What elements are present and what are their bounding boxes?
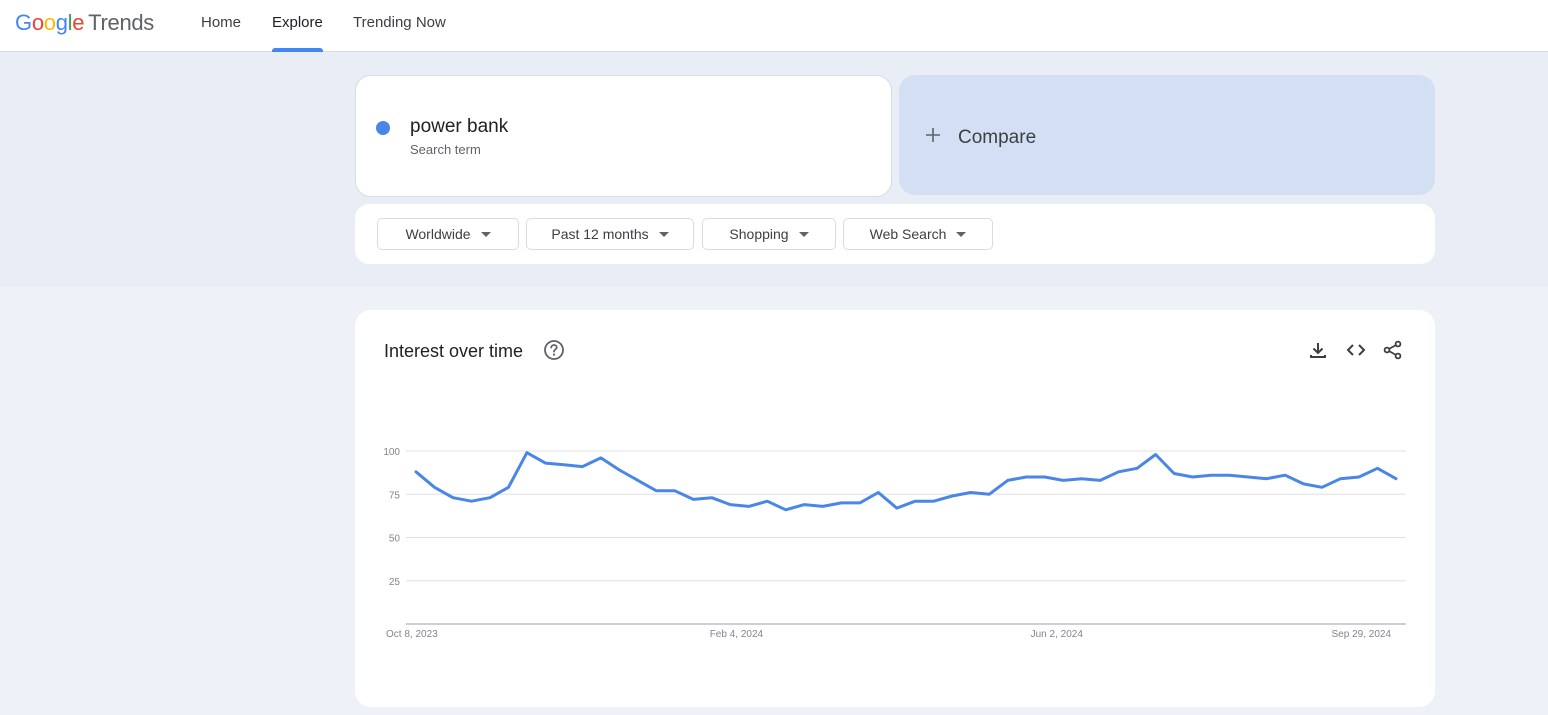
data-point [413, 469, 419, 475]
data-point [506, 484, 512, 490]
x-tick-label: Oct 8, 2023 [386, 629, 438, 640]
data-point [986, 491, 992, 497]
y-tick-label: 100 [383, 447, 400, 458]
data-point [1134, 465, 1140, 471]
data-point [1116, 469, 1122, 475]
data-point [820, 503, 826, 509]
filter-location-dropdown[interactable]: Worldwide [377, 218, 519, 250]
data-point [727, 502, 733, 508]
data-point [1005, 477, 1011, 483]
data-point [542, 460, 548, 466]
data-point [857, 500, 863, 506]
data-point [432, 484, 438, 490]
data-point [912, 498, 918, 504]
data-point [1060, 477, 1066, 483]
data-point [1375, 465, 1381, 471]
top-app-bar: Google Trends Home Explore Trending Now [0, 0, 1548, 52]
data-point [579, 464, 585, 470]
interest-over-time-card: Interest over time 25 50 75 100 Oct 8, 2023 F… [355, 310, 1435, 707]
data-point [968, 490, 974, 496]
data-point [764, 498, 770, 504]
search-term-name[interactable]: power bank [410, 116, 508, 138]
caret-down-icon [798, 231, 809, 237]
data-point [690, 496, 696, 502]
series-line [414, 451, 1398, 512]
filter-location-label: Worldwide [405, 226, 471, 242]
data-point [949, 493, 955, 499]
x-tick-label: Sep 29, 2024 [1332, 629, 1392, 640]
data-point [450, 495, 456, 501]
filter-search-type-label: Web Search [869, 226, 947, 242]
compare-button[interactable]: Compare [899, 75, 1435, 195]
y-tick-label: 75 [389, 490, 401, 501]
filter-time-range-label: Past 12 months [551, 226, 649, 242]
data-point [801, 502, 807, 508]
data-point [561, 462, 567, 468]
filter-category-dropdown[interactable]: Shopping [702, 218, 836, 250]
data-point [1319, 484, 1325, 490]
data-point [1245, 474, 1251, 480]
x-tick-label: Feb 4, 2024 [710, 629, 764, 640]
data-point [894, 505, 900, 511]
data-point [1338, 476, 1344, 482]
data-point [783, 507, 789, 513]
data-point [487, 495, 493, 501]
term-color-dot [376, 121, 390, 135]
data-point [1208, 472, 1214, 478]
nav-tab-explore[interactable]: Explore [272, 0, 323, 52]
data-point [672, 488, 678, 494]
nav-tab-trending-now[interactable]: Trending Now [353, 0, 446, 52]
data-point [1023, 474, 1029, 480]
plus-icon [926, 128, 940, 142]
search-term-type: Search term [410, 142, 481, 157]
data-point [524, 450, 530, 456]
data-point [931, 498, 937, 504]
filter-bar: Worldwide Past 12 months Shopping Web Se… [355, 204, 1435, 264]
data-point [838, 500, 844, 506]
data-point [746, 503, 752, 509]
filter-search-type-dropdown[interactable]: Web Search [843, 218, 993, 250]
caret-down-icon [956, 231, 967, 237]
filter-time-range-dropdown[interactable]: Past 12 months [526, 218, 694, 250]
data-point [1393, 476, 1399, 482]
data-point [1264, 476, 1270, 482]
data-point [1282, 472, 1288, 478]
compare-label: Compare [958, 127, 1037, 148]
data-point [653, 488, 659, 494]
data-point [1097, 477, 1103, 483]
search-term-card[interactable]: power bank Search term [355, 75, 892, 197]
x-tick-label: Jun 2, 2024 [1031, 629, 1084, 640]
google-trends-logo[interactable]: Google Trends [15, 10, 154, 36]
data-point [635, 477, 641, 483]
data-point [469, 498, 475, 504]
data-point [1079, 476, 1085, 482]
data-point [1190, 474, 1196, 480]
y-tick-label: 50 [389, 534, 401, 545]
data-point [598, 455, 604, 461]
data-point [1171, 471, 1177, 477]
filter-category-label: Shopping [729, 226, 789, 242]
y-tick-label: 25 [389, 577, 401, 588]
data-point [1301, 481, 1307, 487]
data-point [1042, 474, 1048, 480]
interest-line-chart[interactable]: 25 50 75 100 Oct 8, 2023 Feb 4, 2024 Jun 2, 20… [355, 310, 1435, 707]
caret-down-icon [480, 231, 491, 237]
data-point [1356, 474, 1362, 480]
data-point [1153, 452, 1159, 458]
data-point [875, 490, 881, 496]
data-point [709, 495, 715, 501]
data-point [616, 467, 622, 473]
nav-tab-home[interactable]: Home [201, 0, 241, 52]
data-point [1227, 472, 1233, 478]
caret-down-icon [658, 231, 669, 237]
